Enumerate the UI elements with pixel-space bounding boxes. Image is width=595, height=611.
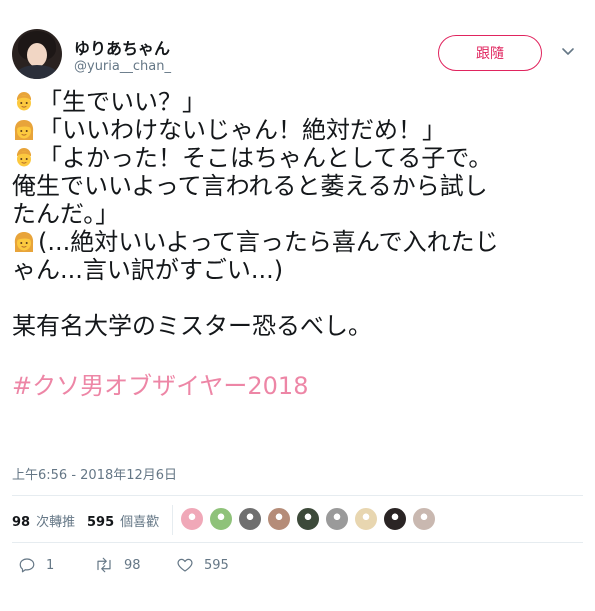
divider <box>12 542 583 543</box>
tweet-stats: 98 次轉推 595 個喜歡 <box>12 497 583 543</box>
girl-emoji-icon <box>14 232 34 252</box>
boy-emoji-icon <box>17 148 31 167</box>
boy-emoji-icon <box>17 92 31 111</box>
reply-icon <box>19 558 35 573</box>
divider <box>12 495 583 496</box>
user-handle[interactable]: @yuria__chan_ <box>74 59 171 74</box>
liker-avatar[interactable] <box>267 507 291 531</box>
liker-avatar[interactable] <box>180 507 204 531</box>
tweet-line-text: たんだ。」 <box>12 200 120 228</box>
tweet-line-text: 「生でいい？」 <box>38 88 206 116</box>
hashtag-link[interactable]: #クソ男オブザイヤー2018 <box>12 372 583 400</box>
tweet-text: 「生でいい？」 「いいわけないじゃん！絶対だめ！」 「よかった！そこはちゃんとしてる… <box>12 88 583 400</box>
tweet-line: 俺生でいいよって言われると萎えるから試し <box>12 172 583 200</box>
retweets-count: 98 <box>12 515 31 530</box>
liker-avatar[interactable] <box>325 507 349 531</box>
tweet-header: ゆりあちゃん @yuria__chan_ 跟隨 <box>12 29 583 85</box>
tweet-line <box>12 284 583 312</box>
avatar[interactable] <box>12 29 62 79</box>
tweet-line: 「よかった！そこはちゃんとしてる子で。 <box>12 144 583 172</box>
likes-label: 個喜歡 <box>120 515 160 530</box>
tweet-line-text: (...絶対いいよって言ったら喜んで入れたじ <box>38 228 499 256</box>
girl-emoji-icon <box>14 120 34 140</box>
reply-count: 1 <box>46 557 55 573</box>
tweet-line-text: 「よかった！そこはちゃんとしてる子で。 <box>38 144 493 172</box>
tweet-timestamp[interactable]: 上午6:56 - 2018年12月6日 <box>12 464 177 483</box>
tweet-line: ゃん...言い訳がすごい...) <box>12 256 583 284</box>
liker-avatar[interactable] <box>412 507 436 531</box>
liker-avatar[interactable] <box>238 507 262 531</box>
retweet-icon <box>97 557 111 573</box>
liker-avatar[interactable] <box>383 507 407 531</box>
likes-count: 595 <box>87 515 115 530</box>
tweet-line: (...絶対いいよって言ったら喜んで入れたじ <box>12 228 583 256</box>
reply-button[interactable]: 1 <box>18 556 54 574</box>
tweet-line: たんだ。」 <box>12 200 583 228</box>
tweet-line: 某有名大学のミスター恐るべし。 <box>12 312 583 340</box>
tweet-line-text: 某有名大学のミスター恐るべし。 <box>12 312 372 340</box>
liker-avatar[interactable] <box>354 507 378 531</box>
display-name[interactable]: ゆりあちゃん <box>74 35 170 59</box>
tweet-line: 「生でいい？」 <box>12 88 583 116</box>
tweet-line-text: 俺生でいいよって言われると萎えるから試し <box>12 172 488 200</box>
retweet-button[interactable]: 98 <box>94 556 141 574</box>
liker-avatar[interactable] <box>209 507 233 531</box>
chevron-down-icon[interactable] <box>558 41 578 61</box>
tweet-line-text: 「いいわけないじゃん！絶対だめ！」 <box>38 116 446 144</box>
tweet-line: 「いいわけないじゃん！絶対だめ！」 <box>12 116 583 144</box>
retweet-count: 98 <box>124 557 141 573</box>
follow-button[interactable]: 跟隨 <box>438 35 542 71</box>
tweet-line-text: ゃん...言い訳がすごい...) <box>12 256 284 284</box>
tweet-actions: 1 98 595 <box>12 553 583 581</box>
heart-icon <box>177 558 193 572</box>
stats-separator <box>172 505 173 535</box>
like-button[interactable]: 595 <box>176 556 229 574</box>
like-count: 595 <box>204 557 229 573</box>
retweets-label: 次轉推 <box>36 515 76 530</box>
retweet-stat[interactable]: 98 次轉推 <box>12 511 75 530</box>
liker-avatar[interactable] <box>296 507 320 531</box>
like-stat[interactable]: 595 個喜歡 <box>87 511 159 530</box>
